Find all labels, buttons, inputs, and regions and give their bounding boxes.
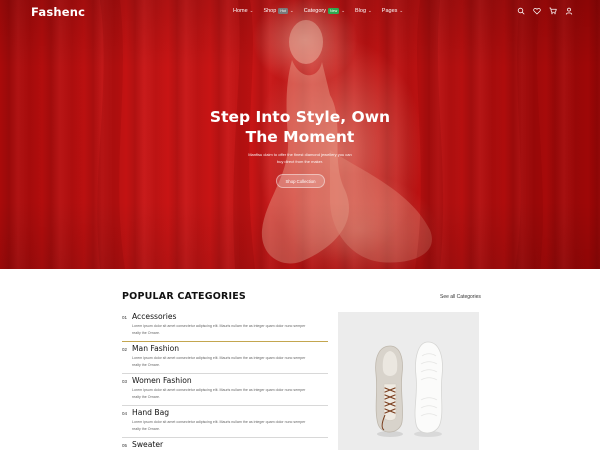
category-description: Lorem ipsum dolor sit amet consectetur a… [132,419,332,434]
category-number: 03 [122,379,128,384]
search-icon[interactable] [517,7,525,15]
category-number: 02 [122,347,128,352]
category-name[interactable]: Accessories [132,312,177,321]
chevron-down-icon: ⌄ [341,8,345,13]
hot-badge: Hot [278,8,288,14]
category-desc-line2: realty the Ornare. [132,331,160,335]
categories-heading: POPULAR CATEGORIES [122,291,246,302]
nav-label: Category [303,8,327,14]
site-logo[interactable]: Fashenc [31,5,85,19]
nav-label: Pages [381,8,398,14]
category-description: Lorem ipsum dolor sit amet consectetur a… [132,355,332,370]
hero-subtitle-line1: Manfisu claim to offer the finest diamon… [248,152,352,157]
nav-item-blog[interactable]: Blog ⌄ [355,8,372,14]
category-number: 01 [122,315,128,320]
shop-collection-button[interactable]: Shop Collection [276,174,325,188]
sneaker-illustration [375,341,443,437]
nav-label: Shop [263,8,277,14]
category-description: Lorem ipsum dolor sit amet consectetur a… [132,387,332,402]
category-name[interactable]: Man Fashion [132,344,179,353]
hero-title: Step Into Style, Own The Moment [200,107,400,147]
chevron-down-icon: ⌄ [249,8,254,13]
category-item-man-fashion[interactable]: 02 Man Fashion Lorem ipsum dolor sit ame… [122,342,328,374]
category-name[interactable]: Hand Bag [132,408,169,417]
category-name[interactable]: Women Fashion [132,376,192,385]
hero-subtitle-line2: buy direct from the maker. [276,159,324,164]
hero-title-line1: Step Into Style, Own [209,108,391,126]
category-number: 05 [122,443,128,448]
hero-subtitle: Manfisu claim to offer the finest diamon… [240,151,360,165]
nav-label: Home [233,8,248,14]
category-list: 01 Accessories Lorem ipsum dolor sit ame… [122,310,328,450]
cart-icon[interactable] [549,7,557,15]
see-all-categories-link[interactable]: See all Categories [440,294,481,300]
hero-title-line2: The Moment [245,128,355,146]
heart-icon[interactable] [533,7,541,15]
category-item-hand-bag[interactable]: 04 Hand Bag Lorem ipsum dolor sit amet c… [122,406,328,438]
category-desc-line1: Lorem ipsum dolor sit amet consectetur a… [132,323,306,328]
category-number: 04 [122,411,128,416]
category-item-accessories[interactable]: 01 Accessories Lorem ipsum dolor sit ame… [122,310,328,342]
nav-label: Blog [355,8,367,14]
category-desc-line2: realty the Ornare. [132,363,160,367]
nav-item-category[interactable]: Category New ⌄ [304,8,345,14]
category-desc-line2: realty the Ornare. [132,395,160,399]
nav-item-shop[interactable]: Shop Hot ⌄ [263,8,293,14]
chevron-down-icon: ⌄ [399,8,404,13]
main-nav: Home ⌄ Shop Hot ⌄ Category New ⌄ Blog ⌄ … [233,8,403,14]
category-desc-line1: Lorem ipsum dolor sit amet consectetur a… [132,419,306,424]
category-desc-line2: realty the Ornare. [132,427,160,431]
category-desc-line1: Lorem ipsum dolor sit amet consectetur a… [132,355,306,360]
category-description: Lorem ipsum dolor sit amet consectetur a… [132,323,332,338]
chevron-down-icon: ⌄ [368,8,372,13]
hero-banner: Fashenc Home ⌄ Shop Hot ⌄ Category New ⌄… [0,0,600,269]
chevron-down-icon: ⌄ [289,8,294,13]
header-tools [517,7,573,15]
nav-item-pages[interactable]: Pages ⌄ [382,8,403,14]
new-badge: New [328,8,340,14]
category-item-sweater[interactable]: 05 Sweater [122,438,328,450]
nav-item-home[interactable]: Home ⌄ [233,8,253,14]
category-product-image[interactable] [338,312,479,450]
category-item-women-fashion[interactable]: 03 Women Fashion Lorem ipsum dolor sit a… [122,374,328,406]
category-name[interactable]: Sweater [132,440,163,449]
user-icon[interactable] [565,7,573,15]
category-desc-line1: Lorem ipsum dolor sit amet consectetur a… [132,387,306,392]
